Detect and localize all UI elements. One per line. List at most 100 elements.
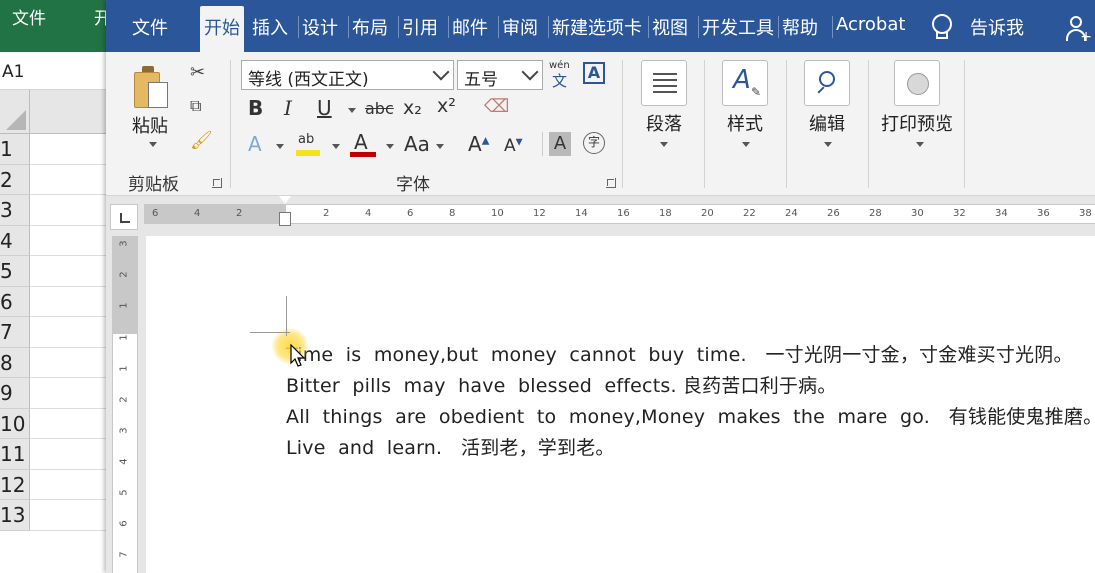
tab-selector-icon[interactable] xyxy=(110,204,138,230)
excel-column-header[interactable] xyxy=(30,90,106,134)
paste-button[interactable]: 粘贴 xyxy=(132,112,168,138)
print-preview-dropdown-icon[interactable] xyxy=(916,142,924,147)
strikethrough-button[interactable]: abc xyxy=(365,99,394,118)
tab-1[interactable]: 开始 xyxy=(200,6,244,52)
text-effects-icon[interactable]: A xyxy=(248,132,262,156)
excel-row-header[interactable]: 10 xyxy=(0,408,30,439)
clipboard-launcher-icon[interactable] xyxy=(212,178,222,188)
font-launcher-icon[interactable] xyxy=(606,178,616,188)
tab-5[interactable]: 引用 xyxy=(402,12,438,42)
excel-row-cells[interactable] xyxy=(30,409,106,439)
excel-row-header[interactable]: 12 xyxy=(0,469,30,500)
excel-tab-file[interactable]: 文件 xyxy=(12,4,46,29)
excel-row-cells[interactable] xyxy=(30,439,106,470)
lightbulb-icon[interactable] xyxy=(932,14,952,39)
change-case-dropdown-icon[interactable] xyxy=(436,144,444,149)
highlight-dropdown-icon[interactable] xyxy=(332,144,340,149)
phonetic-guide-button[interactable]: wén 文 xyxy=(549,60,573,90)
format-painter-icon[interactable]: 🖌 xyxy=(190,130,213,151)
editing-search-icon[interactable] xyxy=(804,60,850,106)
paragraph-icon[interactable] xyxy=(641,60,687,106)
underline-dropdown-icon[interactable] xyxy=(348,108,356,113)
excel-row-header[interactable]: 7 xyxy=(0,317,30,348)
excel-name-box[interactable]: A1 xyxy=(0,52,106,90)
enclose-character-button[interactable]: 字 xyxy=(583,132,605,154)
excel-row-header[interactable]: 4 xyxy=(0,225,30,256)
excel-row-header[interactable]: 11 xyxy=(0,439,30,470)
excel-row-cells[interactable] xyxy=(30,470,106,500)
excel-row-header[interactable]: 5 xyxy=(0,256,30,287)
excel-row-cells[interactable] xyxy=(30,287,106,317)
tab-6[interactable]: 邮件 xyxy=(452,12,488,42)
underline-button[interactable]: U xyxy=(317,96,332,120)
change-case-button[interactable]: Aa xyxy=(404,132,430,156)
excel-row-header[interactable]: 9 xyxy=(0,378,30,409)
character-shading-icon[interactable]: A xyxy=(549,132,571,156)
tab-0[interactable]: 文件 xyxy=(132,12,168,42)
document-line[interactable]: All things are obedient to money,Money m… xyxy=(286,402,1095,429)
document-line[interactable]: Live and learn. 活到老，学到老。 xyxy=(286,433,615,460)
font-name-combo[interactable]: 等线 (西文正文) xyxy=(241,60,454,90)
tab-4[interactable]: 布局 xyxy=(352,12,388,42)
bold-button[interactable]: B xyxy=(248,96,263,120)
paragraph-button[interactable]: 段落 xyxy=(646,110,682,136)
excel-select-all[interactable] xyxy=(0,90,30,134)
vertical-ruler[interactable]: 3 2 1 1 1 2 3 4 5 6 7 xyxy=(112,236,138,573)
excel-row-cells[interactable] xyxy=(30,317,106,348)
copy-icon[interactable]: ⧉ xyxy=(190,96,201,116)
styles-dropdown-icon[interactable] xyxy=(742,142,750,147)
superscript-button[interactable]: x² xyxy=(437,95,456,117)
excel-grid[interactable] xyxy=(30,134,106,531)
tab-9[interactable]: 视图 xyxy=(652,12,688,42)
font-size-combo[interactable]: 五号 xyxy=(457,60,543,90)
excel-row-cells[interactable] xyxy=(30,134,106,165)
excel-row-cells[interactable] xyxy=(30,500,106,531)
excel-row-header[interactable]: 6 xyxy=(0,286,30,317)
document-line[interactable]: Bitter pills may have blessed effects. 良… xyxy=(286,371,837,398)
tab-7[interactable]: 审阅 xyxy=(502,12,538,42)
editing-dropdown-icon[interactable] xyxy=(824,142,832,147)
paste-icon[interactable] xyxy=(134,66,168,108)
subscript-button[interactable]: x₂ xyxy=(403,97,422,119)
print-preview-icon[interactable] xyxy=(894,60,940,106)
excel-row-header[interactable]: 13 xyxy=(0,500,30,531)
tab-12[interactable]: Acrobat xyxy=(836,12,905,42)
excel-row-cells[interactable] xyxy=(30,256,106,287)
paste-dropdown-icon[interactable] xyxy=(149,142,157,147)
styles-button[interactable]: 样式 xyxy=(727,110,763,136)
styles-icon[interactable]: A ✎ xyxy=(722,60,768,106)
chevron-down-icon[interactable] xyxy=(521,63,539,81)
shrink-font-icon[interactable]: A▼ xyxy=(504,136,523,156)
tab-8[interactable]: 新建选项卡 xyxy=(552,12,642,42)
excel-row-cells[interactable] xyxy=(30,226,106,256)
tell-me-search[interactable]: 告诉我 xyxy=(970,12,1024,42)
paragraph-dropdown-icon[interactable] xyxy=(660,142,668,147)
character-border-button[interactable]: A xyxy=(583,62,605,84)
cut-scissors-icon[interactable]: ✂ xyxy=(190,62,205,83)
font-color-dropdown-icon[interactable] xyxy=(386,144,394,149)
grow-font-icon[interactable]: A▲ xyxy=(468,132,489,156)
tab-3[interactable]: 设计 xyxy=(302,12,338,42)
highlight-color-icon[interactable]: ab xyxy=(296,132,322,158)
document-page[interactable]: Time is money,but money cannot buy time.… xyxy=(146,236,1095,573)
document-line[interactable]: Time is money,but money cannot buy time.… xyxy=(286,340,1073,367)
share-person-icon[interactable]: + xyxy=(1066,16,1092,44)
excel-row-header[interactable]: 3 xyxy=(0,195,30,226)
italic-button[interactable]: I xyxy=(284,96,292,120)
excel-row-cells[interactable] xyxy=(30,378,106,409)
clear-formatting-eraser-icon[interactable]: ⌫ xyxy=(484,96,509,117)
tab-11[interactable]: 帮助 xyxy=(782,12,818,42)
excel-row-cells[interactable] xyxy=(30,165,106,195)
text-effects-dropdown-icon[interactable] xyxy=(276,144,284,149)
font-color-icon[interactable]: A xyxy=(350,130,376,158)
chevron-down-icon[interactable] xyxy=(432,63,450,81)
excel-row-header[interactable]: 8 xyxy=(0,347,30,378)
excel-row-cells[interactable] xyxy=(30,195,106,226)
excel-row-cells[interactable] xyxy=(30,348,106,378)
editing-button[interactable]: 编辑 xyxy=(809,110,845,136)
tab-2[interactable]: 插入 xyxy=(252,12,288,42)
excel-row-header[interactable]: 1 xyxy=(0,134,30,165)
indent-marker-icon[interactable] xyxy=(279,196,291,236)
tab-10[interactable]: 开发工具 xyxy=(702,12,774,42)
print-preview-button[interactable]: 打印预览 xyxy=(881,110,953,136)
